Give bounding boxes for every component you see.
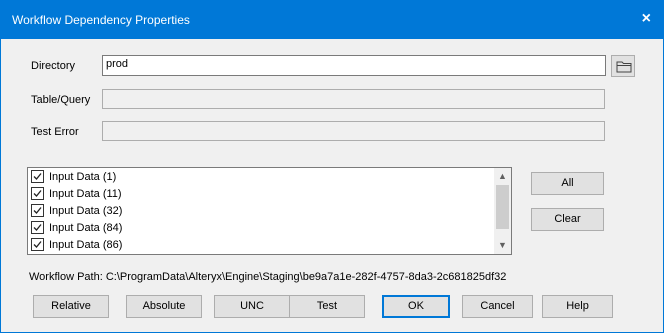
cancel-button[interactable]: Cancel (462, 295, 533, 318)
checkbox[interactable] (31, 187, 44, 200)
table-query-label: Table/Query (31, 94, 91, 106)
check-icon (33, 207, 42, 214)
check-icon (33, 224, 42, 231)
select-all-button[interactable]: All (531, 172, 604, 195)
list-item-label: Input Data (11) (49, 188, 122, 200)
test-button[interactable]: Test (289, 295, 365, 318)
ok-button[interactable]: OK (382, 295, 450, 318)
checkbox[interactable] (31, 204, 44, 217)
folder-icon (616, 61, 632, 73)
clear-button[interactable]: Clear (531, 208, 604, 231)
checkbox[interactable] (31, 170, 44, 183)
list-item-label: Input Data (1) (49, 171, 117, 183)
directory-input[interactable]: prod (102, 55, 606, 76)
workflow-path: Workflow Path: C:\ProgramData\Alteryx\En… (29, 271, 507, 283)
table-query-input[interactable] (102, 89, 605, 109)
help-button[interactable]: Help (542, 295, 613, 318)
workflow-dependency-dialog: Workflow Dependency Properties × Directo… (0, 0, 664, 333)
list-item-label: Input Data (32) (49, 205, 123, 217)
check-icon (33, 190, 42, 197)
title-bar: Workflow Dependency Properties × (1, 1, 663, 39)
relative-button[interactable]: Relative (33, 295, 109, 318)
check-icon (33, 173, 42, 180)
browse-folder-button[interactable] (611, 55, 635, 77)
list-scrollbar[interactable]: ▲ ▼ (494, 168, 511, 254)
directory-label: Directory (31, 60, 76, 72)
close-icon[interactable]: × (642, 9, 651, 29)
check-icon (33, 241, 42, 248)
unc-button[interactable]: UNC (214, 295, 290, 318)
checkbox[interactable] (31, 238, 44, 251)
scroll-thumb[interactable] (496, 185, 509, 229)
list-item-label: Input Data (84) (49, 222, 123, 234)
test-error-output (102, 121, 605, 141)
scroll-up-icon[interactable]: ▲ (494, 168, 511, 185)
test-error-label: Test Error (31, 126, 79, 138)
absolute-button[interactable]: Absolute (126, 295, 202, 318)
dialog-title: Workflow Dependency Properties (12, 13, 190, 27)
scroll-down-icon[interactable]: ▼ (494, 237, 511, 254)
list-item-label: Input Data (86) (49, 239, 123, 251)
dependency-list[interactable]: Input Data (1) Input Data (11) Input Dat… (27, 167, 512, 255)
checkbox[interactable] (31, 221, 44, 234)
